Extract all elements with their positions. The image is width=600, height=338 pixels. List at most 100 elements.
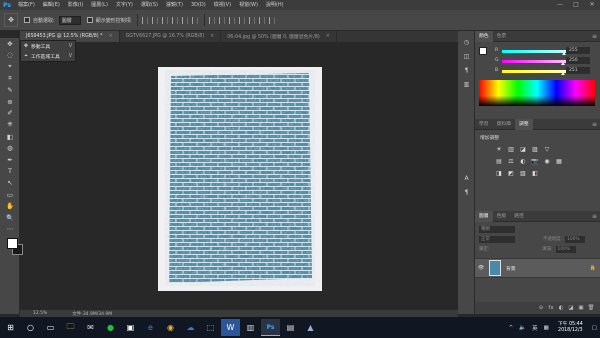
align-left-icon[interactable] xyxy=(141,16,148,24)
flyout-artboard-tool[interactable]: ⌖ 工作區域工具 V xyxy=(21,51,75,61)
word-icon[interactable]: W xyxy=(221,319,240,336)
mail-icon[interactable]: ✉ xyxy=(81,319,100,336)
align-middle-icon[interactable] xyxy=(181,16,188,24)
panel-menu-icon[interactable]: ≡ xyxy=(592,213,597,220)
photo-filter-icon[interactable]: 📷 xyxy=(529,158,541,165)
auto-select-checkbox[interactable] xyxy=(24,17,30,23)
distribute-right-icon[interactable] xyxy=(258,16,265,24)
minimize-button[interactable]: — xyxy=(552,0,568,10)
black-white-icon[interactable]: ◐ xyxy=(517,158,529,165)
eraser-tool-icon[interactable]: ◧ xyxy=(0,131,20,143)
distribute-top-icon[interactable] xyxy=(208,16,215,24)
tab-color[interactable]: 顏色 xyxy=(475,30,493,42)
flyout-move-tool[interactable]: ✥ 移動工具 V xyxy=(21,41,75,51)
channel-value[interactable]: 250 xyxy=(566,57,590,64)
curves-icon[interactable]: ◪ xyxy=(517,146,529,153)
slider-knob[interactable] xyxy=(560,62,565,65)
quick-select-tool-icon[interactable]: ⌖ xyxy=(0,61,20,73)
app-icon[interactable]: ⬚ xyxy=(201,319,220,336)
fill-field[interactable]: 100% xyxy=(555,245,576,253)
auto-select-dropdown[interactable]: 圖層 xyxy=(58,15,81,25)
start-button-icon[interactable]: ⊞ xyxy=(1,319,20,336)
distribute-left-icon[interactable] xyxy=(238,16,245,24)
rectangle-tool-icon[interactable]: ▭ xyxy=(0,189,20,201)
slider-knob[interactable] xyxy=(560,72,565,75)
keyboard-icon[interactable]: ▦ xyxy=(544,325,549,331)
layer-row-background[interactable]: 👁 背景 🔒 xyxy=(475,258,600,278)
threshold-icon[interactable]: ▧ xyxy=(517,170,529,177)
tab-learn[interactable]: 學習 xyxy=(475,119,493,130)
vibrance-icon[interactable]: ▽ xyxy=(541,146,553,153)
auto-align-icon[interactable] xyxy=(268,16,275,24)
brush-settings-icon[interactable]: ▥ xyxy=(458,77,475,91)
foreground-color-swatch[interactable] xyxy=(7,238,18,250)
hand-tool-icon[interactable]: ✋ xyxy=(0,200,20,212)
slider-r[interactable]: R 255 xyxy=(475,46,600,56)
posterize-icon[interactable]: ◩ xyxy=(505,170,517,177)
layer-name[interactable]: 背景 xyxy=(506,265,516,272)
history-panel-icon[interactable]: ◷ xyxy=(458,35,475,49)
zoom-level[interactable]: 12.5% xyxy=(33,311,47,316)
pen-tool-icon[interactable]: ✒ xyxy=(0,154,20,166)
opacity-field[interactable]: 100% xyxy=(565,235,586,243)
close-tab-icon[interactable]: × xyxy=(326,34,330,39)
color-spectrum[interactable] xyxy=(479,80,595,106)
type-tool-icon[interactable]: T xyxy=(0,166,20,178)
tab-libraries[interactable]: 資料庫 xyxy=(493,119,515,130)
path-select-tool-icon[interactable]: ↖ xyxy=(0,177,20,189)
zoom-tool-icon[interactable]: 🔍 xyxy=(0,212,20,224)
slider-b[interactable]: B 251 xyxy=(475,66,600,76)
layer-style-icon[interactable]: fx xyxy=(546,305,556,311)
menu-help[interactable]: 說明(H) xyxy=(262,0,288,10)
panel-menu-icon[interactable]: ≡ xyxy=(592,121,597,128)
move-tool-icon[interactable]: ✥ xyxy=(0,38,20,50)
color-balance-icon[interactable]: ⚖ xyxy=(505,158,517,165)
tab-adjustments[interactable]: 調整 xyxy=(515,118,533,130)
menu-layer[interactable]: 圖層(L) xyxy=(87,0,112,10)
exposure-icon[interactable]: ▨ xyxy=(529,146,541,153)
align-bottom-icon[interactable] xyxy=(191,16,198,24)
layer-kind-filter[interactable]: 種類 xyxy=(479,225,515,233)
align-right-icon[interactable] xyxy=(161,16,168,24)
task-view-icon[interactable]: ▭ xyxy=(41,319,60,336)
invert-icon[interactable]: ◨ xyxy=(493,170,505,177)
new-layer-icon[interactable]: ▣ xyxy=(576,305,586,311)
panel-menu-icon[interactable]: ≡ xyxy=(592,33,597,40)
tab-channels[interactable]: 色版 xyxy=(493,211,511,222)
link-layers-icon[interactable]: ⊝ xyxy=(536,305,546,311)
color-lookup-icon[interactable]: ▦ xyxy=(553,158,565,165)
close-button[interactable]: ✕ xyxy=(584,0,600,10)
store-icon[interactable]: ▣ xyxy=(121,319,140,336)
blend-mode-dropdown[interactable]: 正常 xyxy=(479,235,515,243)
slider-g[interactable]: G 250 xyxy=(475,56,600,66)
volume-icon[interactable]: 🔈 xyxy=(519,325,526,331)
properties-panel-icon[interactable]: ◫ xyxy=(458,49,475,63)
maximize-button[interactable]: □ xyxy=(568,0,584,10)
paragraph-style-icon[interactable]: ¶ xyxy=(458,185,475,199)
menu-image[interactable]: 影像(I) xyxy=(64,0,87,10)
menu-edit[interactable]: 編輯(E) xyxy=(39,0,64,10)
channel-value[interactable]: 255 xyxy=(566,47,590,54)
tab-layers[interactable]: 圖層 xyxy=(475,210,493,222)
tab-doc-2[interactable]: GGTV6627.JPG @ 16.7% (RGB/8) × xyxy=(120,31,222,42)
show-transform-checkbox[interactable] xyxy=(86,17,93,23)
distribute-middle-icon[interactable] xyxy=(218,16,225,24)
visibility-eye-icon[interactable]: 👁 xyxy=(475,265,487,271)
onedrive-icon[interactable]: ☁ xyxy=(181,319,200,336)
move-tool-preset-icon[interactable]: ✥ xyxy=(4,13,18,27)
search-icon[interactable]: ○ xyxy=(21,319,40,336)
lasso-tool-icon[interactable]: ◌ xyxy=(0,50,20,62)
clock[interactable]: 下午 05:44 2018/12/3 xyxy=(558,322,583,334)
crop-tool-icon[interactable]: ⌗ xyxy=(0,73,20,85)
layer-mask-icon[interactable]: ◪ xyxy=(566,305,576,311)
hue-saturation-icon[interactable]: ▤ xyxy=(493,158,505,165)
tab-swatches[interactable]: 色票 xyxy=(493,31,511,42)
menu-filter[interactable]: 濾鏡(T) xyxy=(162,0,187,10)
tab-paths[interactable]: 路徑 xyxy=(510,211,528,222)
align-top-icon[interactable] xyxy=(171,16,178,24)
clone-stamp-tool-icon[interactable]: ⎈ xyxy=(0,119,20,131)
app-icon[interactable]: ▤ xyxy=(281,319,300,336)
menu-file[interactable]: 檔案(F) xyxy=(14,0,39,10)
notifications-icon[interactable]: ▢ xyxy=(592,325,597,331)
show-hidden-icons-icon[interactable]: ^ xyxy=(509,325,514,331)
